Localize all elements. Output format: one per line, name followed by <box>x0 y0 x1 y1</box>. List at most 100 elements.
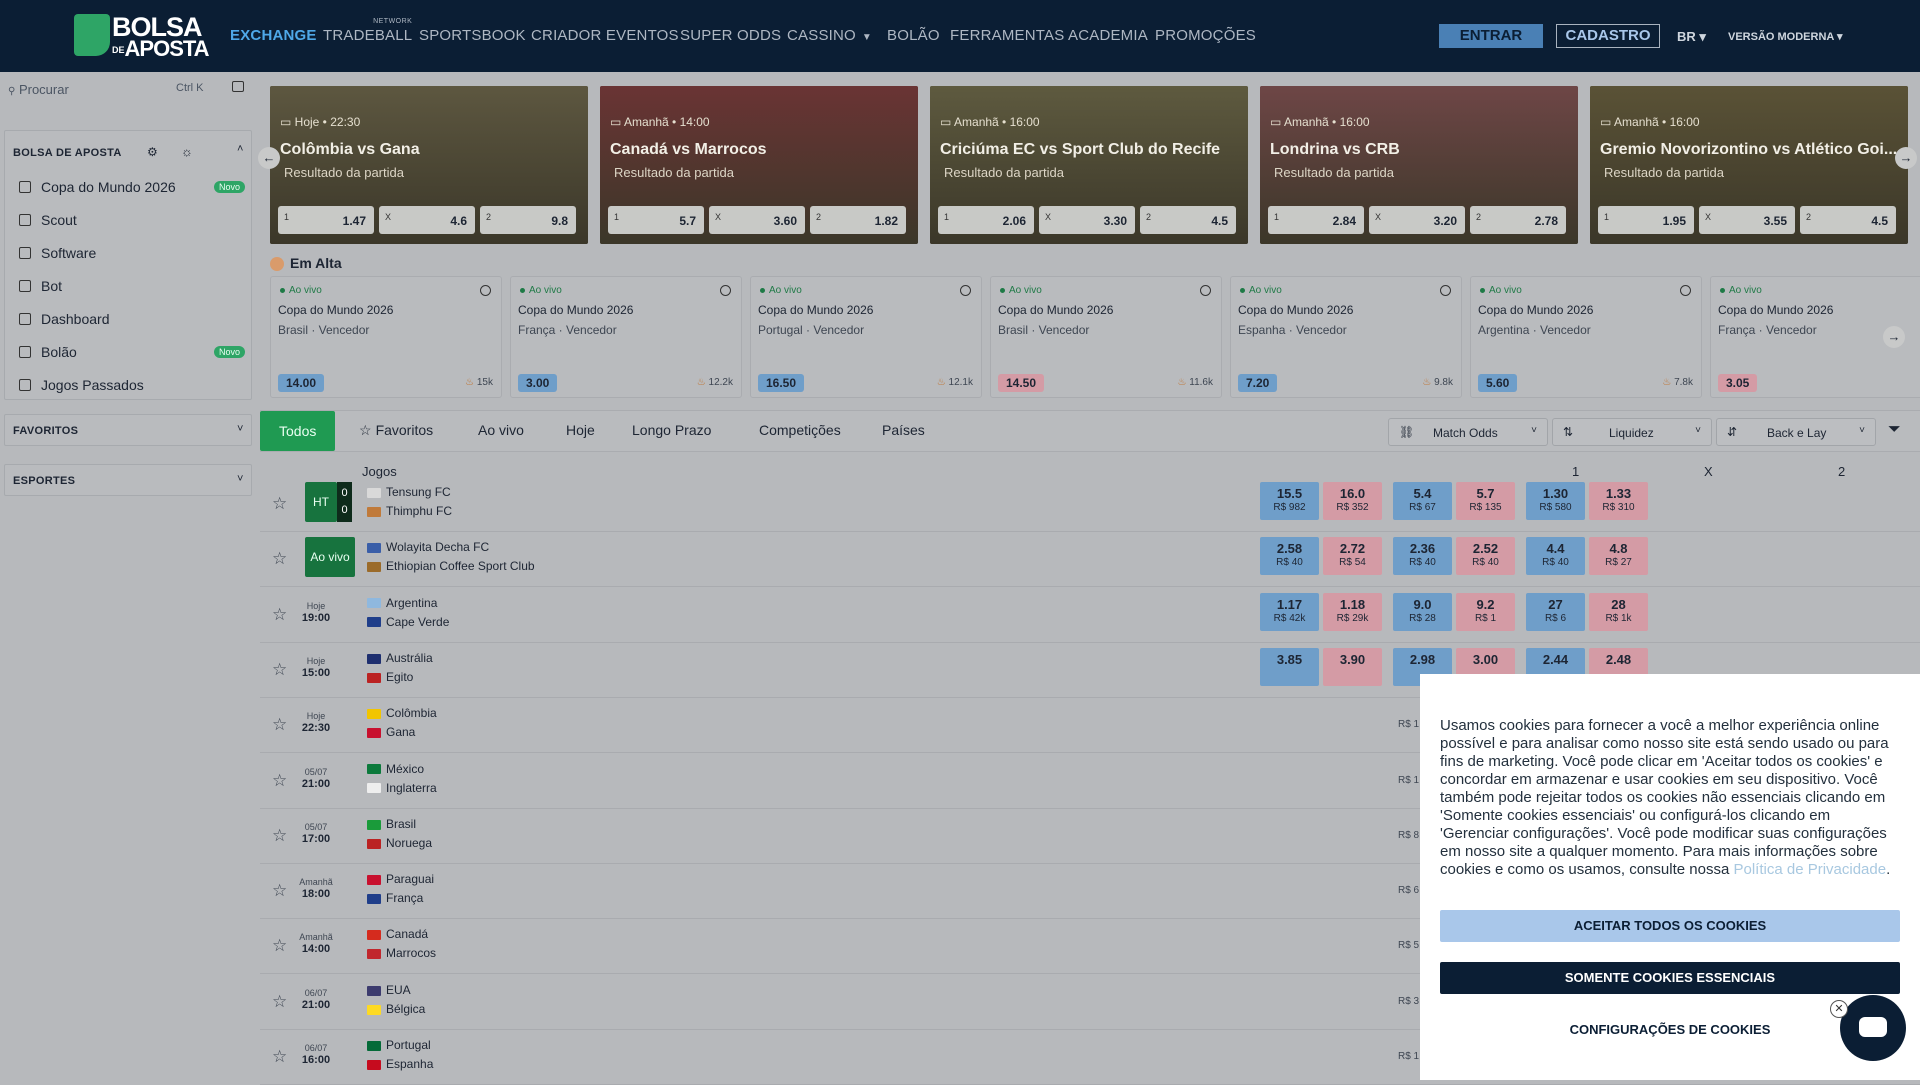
trending-card[interactable]: Ao vivo Copa do Mundo 2026 Brasil · Venced… <box>990 276 1222 398</box>
away-team[interactable]: Egito <box>367 670 413 684</box>
odds-button[interactable]: X 3.30 <box>1039 206 1135 234</box>
nav-tradeball[interactable]: TRADEBALL NETWORK <box>323 18 412 44</box>
tab-hoje[interactable]: Hoje <box>566 422 595 438</box>
brand-logo[interactable]: BOLSA DEAPOSTA <box>74 14 210 60</box>
nav-bolão[interactable]: BOLÃO <box>887 27 940 44</box>
sidebar-item-dashboard[interactable]: Dashboard <box>15 308 245 332</box>
price-badge[interactable]: 14.00 <box>278 374 325 392</box>
home-team[interactable]: Argentina <box>367 596 437 610</box>
back-odds-button[interactable]: 2.58 R$ 40 <box>1260 537 1319 576</box>
odds-button[interactable]: X 3.20 <box>1369 206 1465 234</box>
lay-odds-button[interactable]: 5.7 R$ 135 <box>1456 482 1515 520</box>
nav-academia[interactable]: ACADEMIA <box>1068 27 1148 44</box>
away-team[interactable]: Thimphu FC <box>367 504 452 518</box>
featured-match-card[interactable]: ▭ Amanhã • 16:00 Gremio Novorizontino vs … <box>1590 86 1908 244</box>
price-badge[interactable]: 5.60 <box>1478 374 1518 392</box>
sidebar-item-scout[interactable]: Scout <box>15 209 245 233</box>
lay-odds-button[interactable]: 3.90 <box>1323 647 1382 686</box>
lay-odds-button[interactable]: 4.8 R$ 27 <box>1589 537 1648 576</box>
filter-icon[interactable]: ⏷ <box>1888 421 1901 439</box>
home-team[interactable]: Brasil <box>367 817 416 831</box>
price-badge[interactable]: 14.50 <box>998 374 1045 392</box>
tab-ao-vivo[interactable]: Ao vivo <box>478 422 524 438</box>
trending-card[interactable]: Ao vivo Copa do Mundo 2026 França · Venced… <box>510 276 742 398</box>
odds-button[interactable]: 2 9.8 <box>480 206 576 234</box>
back-odds-button[interactable]: 27 R$ 6 <box>1526 592 1585 631</box>
favorites-panel[interactable]: FAVORITOS ˅ <box>4 414 252 446</box>
back-odds-button[interactable]: 2.36 R$ 40 <box>1393 537 1452 576</box>
favorite-star-icon[interactable]: ☆ <box>272 1047 287 1067</box>
table-row[interactable]: ☆HT00Tensung FCThimphu FCR$ 107k▥15.5R$ … <box>260 477 1920 532</box>
odds-button[interactable]: X 3.60 <box>709 206 805 234</box>
price-badge[interactable]: 3.05 <box>1718 374 1758 392</box>
favorite-star-icon[interactable]: ☆ <box>272 549 287 569</box>
favorite-star-icon[interactable]: ☆ <box>272 992 287 1012</box>
price-badge[interactable]: 3.00 <box>518 374 558 392</box>
home-team[interactable]: Tensung FC <box>367 485 451 499</box>
price-badge[interactable]: 16.50 <box>758 374 805 392</box>
nav-promoções[interactable]: PROMOÇÕES <box>1155 27 1256 44</box>
sidebar-item-jogos-passados[interactable]: Jogos Passados <box>15 374 245 398</box>
lay-odds-button[interactable]: 1.18 R$ 29k <box>1323 592 1382 631</box>
close-icon[interactable]: ✕ <box>1830 1000 1848 1018</box>
home-team[interactable]: Canadá <box>367 927 428 941</box>
featured-match-card[interactable]: ▭ Amanhã • 14:00 Canadá vs Marrocos Result… <box>600 86 918 244</box>
home-team[interactable]: Paraguai <box>367 872 434 886</box>
sidebar-item-bot[interactable]: Bot <box>15 275 245 299</box>
featured-match-card[interactable]: ▭ Amanhã • 16:00 Londrina vs CRB Resultado… <box>1260 86 1578 244</box>
lay-odds-button[interactable]: 16.0 R$ 352 <box>1323 482 1382 520</box>
away-team[interactable]: Inglaterra <box>367 781 437 795</box>
home-team[interactable]: Portugal <box>367 1038 431 1052</box>
odds-button[interactable]: 2 4.5 <box>1800 206 1896 234</box>
chat-widget-button[interactable] <box>1840 995 1906 1061</box>
hero-prev-arrow[interactable]: ← <box>258 147 280 169</box>
lay-odds-button[interactable]: 28 R$ 1k <box>1589 592 1648 631</box>
odds-button[interactable]: 1 1.95 <box>1598 206 1694 234</box>
odds-button[interactable]: 1 2.84 <box>1268 206 1364 234</box>
back-odds-button[interactable]: 1.30 R$ 580 <box>1526 482 1585 520</box>
tab-longo-prazo[interactable]: Longo Prazo <box>632 422 711 438</box>
trending-card[interactable]: Ao vivo Copa do Mundo 2026 Portugal · Venc… <box>750 276 982 398</box>
home-team[interactable]: Colômbia <box>367 706 437 720</box>
nav-sportsbook[interactable]: SPORTSBOOK <box>419 27 526 44</box>
favorite-star-icon[interactable]: ☆ <box>272 660 287 680</box>
away-team[interactable]: Gana <box>367 725 415 739</box>
home-team[interactable]: Wolayita Decha FC <box>367 540 489 554</box>
favorite-star-icon[interactable]: ☆ <box>272 881 287 901</box>
odds-button[interactable]: 2 1.82 <box>810 206 906 234</box>
table-row[interactable]: ☆Hoje19:00ArgentinaCape VerdeR$ 7M▥▭1.17… <box>260 588 1920 643</box>
trending-card[interactable]: Ao vivo Copa do Mundo 2026 Argentina · Ven… <box>1470 276 1702 398</box>
odds-button[interactable]: X 4.6 <box>379 206 475 234</box>
favorite-star-icon[interactable]: ☆ <box>272 936 287 956</box>
settings-icon[interactable]: ⚙ <box>147 145 158 159</box>
odds-button[interactable]: 1 1.47 <box>278 206 374 234</box>
back-odds-button[interactable]: 5.4 R$ 67 <box>1393 482 1452 520</box>
tab-competições[interactable]: Competições <box>759 422 841 438</box>
favorite-star-icon[interactable]: ☆ <box>272 771 287 791</box>
featured-match-card[interactable]: ▭ Hoje • 22:30 Colômbia vs Gana Resultado … <box>270 86 588 244</box>
odds-button[interactable]: 1 2.06 <box>938 206 1034 234</box>
tab-países[interactable]: Países <box>882 422 925 438</box>
version-select[interactable]: VERSÃO MODERNA ▾ <box>1728 30 1843 43</box>
favorite-star-icon[interactable]: ☆ <box>272 715 287 735</box>
sidebar-item-software[interactable]: Software <box>15 242 245 266</box>
away-team[interactable]: Noruega <box>367 836 432 850</box>
away-team[interactable]: Ethiopian Coffee Sport Club <box>367 559 535 573</box>
trending-card[interactable]: Ao vivo Copa do Mundo 2026 Brasil · Venced… <box>270 276 502 398</box>
back-odds-button[interactable]: 9.0 R$ 28 <box>1393 592 1452 631</box>
home-team[interactable]: México <box>367 762 424 776</box>
lay-odds-button[interactable]: 1.33 R$ 310 <box>1589 482 1648 520</box>
lay-odds-button[interactable]: 2.52 R$ 40 <box>1456 537 1515 576</box>
favorite-star-icon[interactable]: ☆ <box>272 605 287 625</box>
search-input[interactable]: Procurar <box>19 82 69 97</box>
login-button[interactable]: ENTRAR <box>1439 24 1543 48</box>
away-team[interactable]: França <box>367 891 423 905</box>
lay-odds-button[interactable]: 9.2 R$ 1 <box>1456 592 1515 631</box>
trending-card[interactable]: Ao vivo Copa do Mundo 2026 Espanha · Vence… <box>1230 276 1462 398</box>
sports-panel[interactable]: ESPORTES ˅ <box>4 464 252 496</box>
home-team[interactable]: Austrália <box>367 651 433 665</box>
nav-cassino[interactable]: CASSINO ▼ <box>787 27 872 44</box>
sort-select[interactable]: ⇅ Liquidez ˅ <box>1552 418 1712 446</box>
register-button[interactable]: CADASTRO <box>1556 24 1660 48</box>
away-team[interactable]: Marrocos <box>367 946 436 960</box>
